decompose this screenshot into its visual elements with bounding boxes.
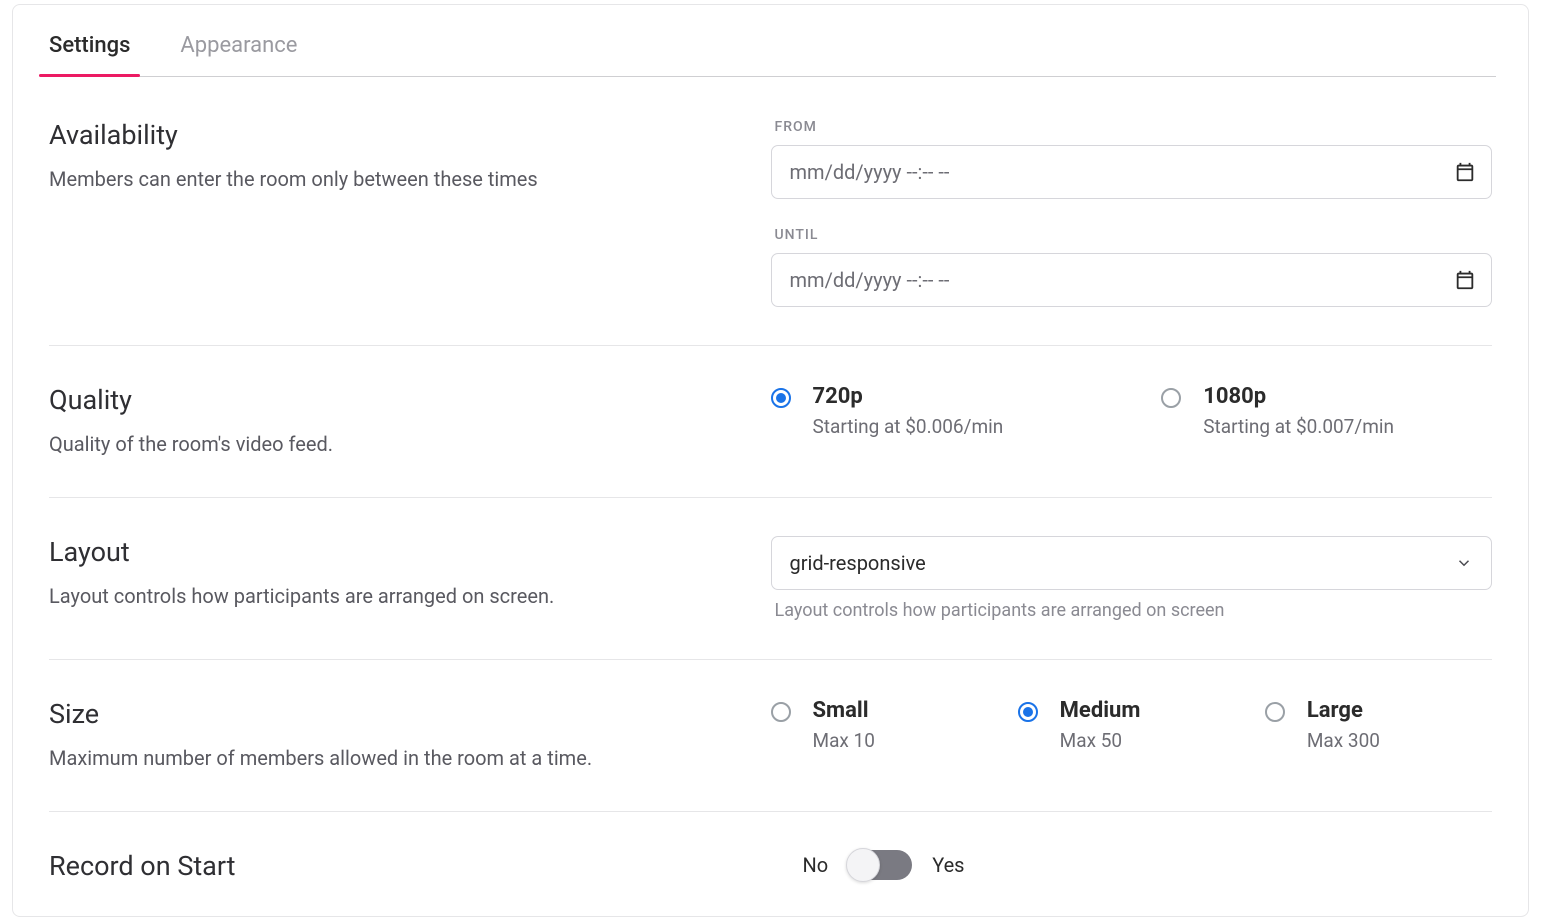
radio-icon: [771, 388, 791, 408]
layout-help: Layout controls how participants are arr…: [775, 600, 1493, 621]
size-option-sub: Max 50: [1060, 729, 1141, 752]
size-desc: Maximum number of members allowed in the…: [49, 744, 731, 773]
layout-title: Layout: [49, 536, 731, 568]
quality-option-sub: Starting at $0.007/min: [1203, 415, 1394, 438]
size-option-medium[interactable]: Medium Max 50: [1018, 698, 1245, 752]
record-toggle[interactable]: [848, 850, 912, 880]
radio-icon: [1161, 388, 1181, 408]
quality-option-1080p[interactable]: 1080p Starting at $0.007/min: [1161, 384, 1492, 438]
availability-title: Availability: [49, 119, 731, 151]
layout-desc: Layout controls how participants are arr…: [49, 582, 731, 611]
quality-desc: Quality of the room's video feed.: [49, 430, 731, 459]
section-size: Size Maximum number of members allowed i…: [49, 660, 1492, 812]
section-layout: Layout Layout controls how participants …: [49, 498, 1492, 660]
record-title: Record on Start: [49, 850, 731, 882]
record-yes-label: Yes: [932, 853, 964, 877]
layout-select-value: grid-responsive: [790, 551, 926, 575]
size-option-large[interactable]: Large Max 300: [1265, 698, 1492, 752]
quality-option-label: 720p: [813, 384, 1004, 409]
tab-appearance[interactable]: Appearance: [176, 33, 301, 76]
from-input[interactable]: [771, 145, 1493, 199]
size-option-label: Small: [813, 698, 875, 723]
layout-select[interactable]: grid-responsive: [771, 536, 1493, 590]
until-label: UNTIL: [775, 227, 1493, 243]
size-option-label: Large: [1307, 698, 1380, 723]
section-availability: Availability Members can enter the room …: [49, 77, 1492, 346]
size-option-sub: Max 300: [1307, 729, 1380, 752]
settings-panel: Settings Appearance Availability Members…: [12, 4, 1529, 917]
chevron-down-icon: [1455, 554, 1473, 572]
size-option-label: Medium: [1060, 698, 1141, 723]
toggle-knob: [846, 848, 880, 882]
section-record: Record on Start No Yes: [49, 812, 1492, 896]
quality-option-sub: Starting at $0.006/min: [813, 415, 1004, 438]
radio-icon: [1265, 702, 1285, 722]
from-label: FROM: [775, 119, 1493, 135]
size-option-sub: Max 10: [813, 729, 875, 752]
quality-title: Quality: [49, 384, 731, 416]
radio-icon: [771, 702, 791, 722]
size-option-small[interactable]: Small Max 10: [771, 698, 998, 752]
size-title: Size: [49, 698, 731, 730]
section-quality: Quality Quality of the room's video feed…: [49, 346, 1492, 498]
radio-icon: [1018, 702, 1038, 722]
tabs: Settings Appearance: [45, 5, 1496, 77]
tab-settings[interactable]: Settings: [45, 33, 134, 76]
until-input[interactable]: [771, 253, 1493, 307]
record-no-label: No: [803, 853, 829, 877]
quality-option-label: 1080p: [1203, 384, 1394, 409]
quality-option-720p[interactable]: 720p Starting at $0.006/min: [771, 384, 1102, 438]
availability-desc: Members can enter the room only between …: [49, 165, 731, 194]
